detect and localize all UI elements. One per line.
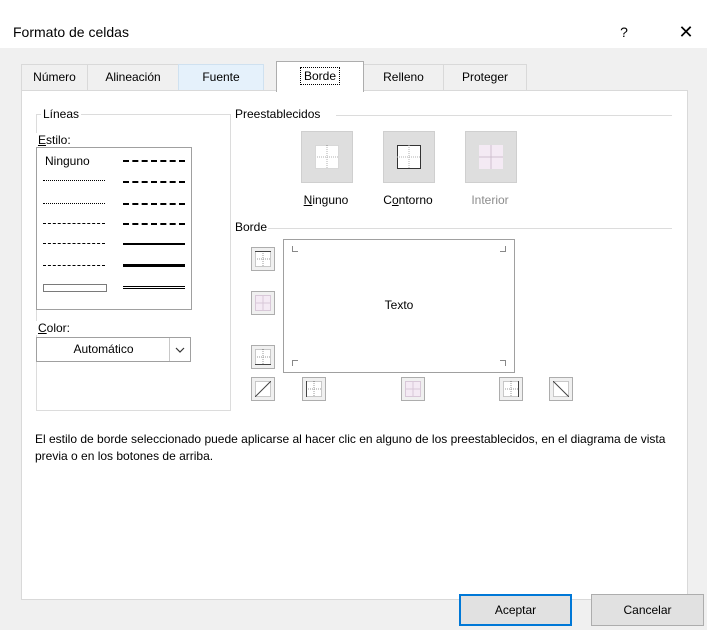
presets-group-label: Preestablecidos — [233, 107, 323, 121]
format-cells-dialog: Formato de celdas ? ✕ Número Alineación … — [0, 0, 707, 630]
border-divider — [268, 228, 672, 229]
estilo-label: Estilo: — [36, 133, 73, 147]
border-group-label: Borde — [233, 220, 270, 234]
help-button[interactable]: ? — [610, 18, 638, 46]
line-style-dash-dot-medium[interactable] — [123, 203, 185, 205]
presets-divider — [336, 115, 672, 116]
border-left-button[interactable] — [302, 377, 326, 401]
preset-inside-icon — [479, 145, 503, 169]
line-style-thick[interactable] — [123, 264, 185, 267]
line-style-hair[interactable] — [43, 180, 105, 181]
preset-none-label: Ninguno — [303, 193, 349, 207]
chevron-down-icon[interactable] — [169, 338, 190, 361]
preview-text: Texto — [384, 298, 414, 312]
border-preview[interactable]: Texto — [283, 239, 515, 373]
border-bottom-button[interactable] — [251, 345, 275, 369]
title-bar: Formato de celdas ? ✕ — [0, 0, 707, 48]
tab-fuente[interactable]: Fuente — [178, 64, 264, 90]
preset-outline-label: Contorno — [383, 193, 433, 207]
border-diagonal-up-button[interactable] — [251, 377, 275, 401]
preset-outline-button[interactable] — [383, 131, 435, 183]
preview-corner-tr — [500, 246, 506, 252]
borde-tab-panel: Líneas Estilo: Ninguno Color: Automático… — [21, 90, 688, 600]
border-top-button[interactable] — [251, 247, 275, 271]
line-style-dotted[interactable] — [43, 203, 105, 204]
cancel-button[interactable]: Cancelar — [591, 594, 704, 626]
preview-corner-bl — [292, 360, 298, 366]
line-style-none[interactable]: Ninguno — [45, 154, 90, 168]
line-style-dash-dot-thin[interactable] — [43, 243, 105, 244]
preset-inside-button — [465, 131, 517, 183]
border-inside-horizontal-button[interactable] — [251, 291, 275, 315]
line-style-dashed-medium[interactable] — [123, 223, 185, 225]
tab-relleno[interactable]: Relleno — [363, 64, 444, 90]
tab-alineacion[interactable]: Alineación — [87, 64, 179, 90]
close-button[interactable]: ✕ — [672, 18, 700, 46]
line-style-dash-dot-dot-thin[interactable] — [43, 223, 105, 224]
color-value: Automático — [73, 342, 134, 356]
preset-none-icon — [315, 145, 339, 169]
window-title: Formato de celdas — [13, 24, 129, 40]
border-diagonal-down-button[interactable] — [549, 377, 573, 401]
line-style-list[interactable]: Ninguno — [36, 147, 192, 310]
border-right-button[interactable] — [499, 377, 523, 401]
line-style-dash-dot-dot-medium[interactable] — [123, 160, 185, 162]
color-label: Color: — [36, 321, 73, 335]
line-style-medium[interactable] — [123, 243, 185, 245]
accept-button[interactable]: Aceptar — [459, 594, 572, 626]
preview-corner-tl — [292, 246, 298, 252]
lineas-group-label: Líneas — [41, 107, 82, 121]
preset-inside-label: Interior — [471, 193, 509, 207]
tab-numero[interactable]: Número — [21, 64, 88, 90]
tab-borde[interactable]: Borde — [276, 61, 364, 92]
preset-none-button[interactable] — [301, 131, 353, 183]
color-dropdown[interactable]: Automático — [36, 337, 191, 362]
line-style-slant-dash-dot[interactable] — [123, 181, 185, 183]
border-inside-vertical-button[interactable] — [401, 377, 425, 401]
line-style-double[interactable] — [123, 286, 185, 289]
tab-proteger[interactable]: Proteger — [443, 64, 527, 90]
preset-outline-icon — [397, 145, 421, 169]
preview-corner-br — [500, 360, 506, 366]
dialog-client-area: Número Alineación Fuente Borde Relleno P… — [0, 48, 707, 630]
line-style-thin[interactable] — [43, 284, 107, 292]
hint-text: El estilo de borde seleccionado puede ap… — [35, 432, 666, 463]
line-style-dashed-thin[interactable] — [43, 265, 105, 266]
